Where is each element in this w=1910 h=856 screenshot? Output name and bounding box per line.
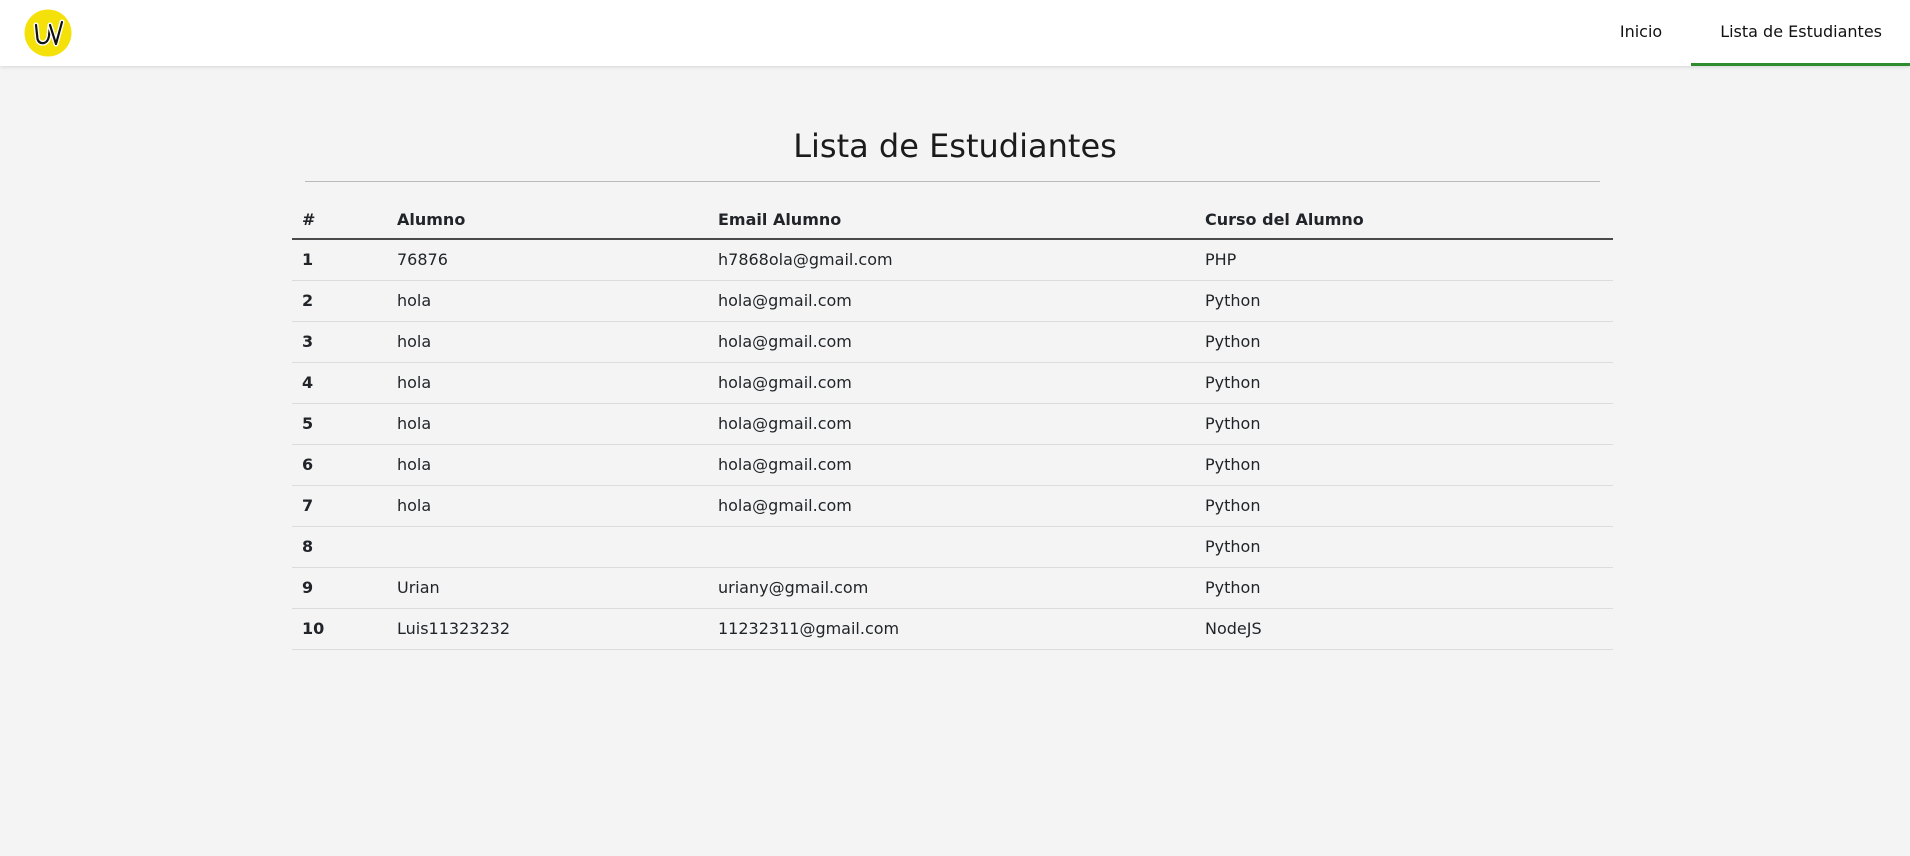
page-title: Lista de Estudiantes xyxy=(793,127,1117,165)
header-email-alumno: Email Alumno xyxy=(708,201,1195,240)
table-row: 1 76876 h7868ola@gmail.com PHP xyxy=(292,239,1613,281)
header-alumno: Alumno xyxy=(387,201,708,240)
table-row: 10 Luis11323232 11232311@gmail.com NodeJ… xyxy=(292,608,1613,650)
cell-curso: Python xyxy=(1195,321,1613,363)
table-row: 7 hola hola@gmail.com Python xyxy=(292,485,1613,527)
nav-links: Inicio Lista de Estudiantes xyxy=(1590,0,1910,66)
cell-number: 10 xyxy=(292,608,387,650)
cell-number: 2 xyxy=(292,280,387,322)
cell-alumno: hola xyxy=(387,362,708,404)
cell-alumno: Urian xyxy=(387,567,708,609)
cell-curso: NodeJS xyxy=(1195,608,1613,650)
cell-alumno: hola xyxy=(387,321,708,363)
table-row: 5 hola hola@gmail.com Python xyxy=(292,403,1613,445)
cell-alumno: hola xyxy=(387,280,708,322)
nav-link-lista-estudiantes[interactable]: Lista de Estudiantes xyxy=(1691,0,1910,66)
cell-number: 4 xyxy=(292,362,387,404)
cell-email: hola@gmail.com xyxy=(708,280,1195,322)
table-row: 2 hola hola@gmail.com Python xyxy=(292,280,1613,322)
cell-alumno: hola xyxy=(387,444,708,486)
cell-curso: Python xyxy=(1195,567,1613,609)
table-row: 6 hola hola@gmail.com Python xyxy=(292,444,1613,486)
cell-email: uriany@gmail.com xyxy=(708,567,1195,609)
table-row: 9 Urian uriany@gmail.com Python xyxy=(292,567,1613,609)
cell-alumno: 76876 xyxy=(387,239,708,281)
nav-link-inicio[interactable]: Inicio xyxy=(1590,0,1691,66)
table-row: 4 hola hola@gmail.com Python xyxy=(292,362,1613,404)
header-number: # xyxy=(292,201,387,240)
cell-alumno: hola xyxy=(387,485,708,527)
cell-number: 5 xyxy=(292,403,387,445)
cell-alumno xyxy=(387,526,708,568)
table-row: 8 Python xyxy=(292,526,1613,568)
title-divider xyxy=(305,181,1600,182)
cell-curso: Python xyxy=(1195,526,1613,568)
navbar: Inicio Lista de Estudiantes xyxy=(0,0,1910,66)
cell-email: hola@gmail.com xyxy=(708,444,1195,486)
cell-alumno: hola xyxy=(387,403,708,445)
cell-email: 11232311@gmail.com xyxy=(708,608,1195,650)
cell-number: 6 xyxy=(292,444,387,486)
cell-email: hola@gmail.com xyxy=(708,403,1195,445)
students-table: # Alumno Email Alumno Curso del Alumno 1… xyxy=(292,201,1613,650)
cell-number: 1 xyxy=(292,239,387,281)
table-row: 3 hola hola@gmail.com Python xyxy=(292,321,1613,363)
cell-email: h7868ola@gmail.com xyxy=(708,239,1195,281)
cell-email xyxy=(708,526,1195,568)
cell-curso: Python xyxy=(1195,485,1613,527)
cell-email: hola@gmail.com xyxy=(708,321,1195,363)
cell-curso: Python xyxy=(1195,280,1613,322)
uv-logo-icon[interactable] xyxy=(24,9,72,57)
cell-email: hola@gmail.com xyxy=(708,362,1195,404)
cell-number: 9 xyxy=(292,567,387,609)
table-header-row: # Alumno Email Alumno Curso del Alumno xyxy=(292,201,1613,240)
cell-number: 7 xyxy=(292,485,387,527)
header-curso-alumno: Curso del Alumno xyxy=(1195,201,1613,240)
cell-curso: PHP xyxy=(1195,239,1613,281)
cell-email: hola@gmail.com xyxy=(708,485,1195,527)
cell-number: 8 xyxy=(292,526,387,568)
cell-curso: Python xyxy=(1195,403,1613,445)
cell-curso: Python xyxy=(1195,362,1613,404)
cell-alumno: Luis11323232 xyxy=(387,608,708,650)
cell-curso: Python xyxy=(1195,444,1613,486)
cell-number: 3 xyxy=(292,321,387,363)
